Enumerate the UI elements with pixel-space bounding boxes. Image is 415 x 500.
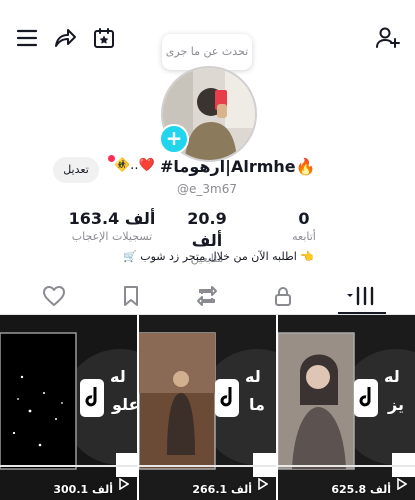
view-count-value: 266.1 ألف (192, 483, 252, 496)
video-overlay-text: له (110, 367, 126, 386)
content-tabs (0, 281, 415, 315)
video-overlay-text: علو (112, 395, 137, 414)
following-label: أتابعه (292, 230, 316, 243)
bio-text: 🛒 اطلبه الآن من خلال متجر زد شوب 👈 (123, 250, 314, 263)
edit-profile-label: تعديل (63, 163, 89, 176)
video-thumbnail[interactable]: له يز 625.8 ألف (278, 315, 415, 500)
view-count: 625.8 ألف (331, 483, 391, 496)
status-bubble[interactable]: تحدث عن ما جرى (162, 34, 252, 70)
active-tab-indicator (338, 312, 386, 314)
likes-label: تسجيلات الإعجاب (71, 230, 153, 243)
view-count-value: 625.8 ألف (331, 483, 391, 496)
play-icon (119, 475, 130, 494)
likes-count: 163.4 ألف (68, 209, 156, 228)
calendar-star-icon[interactable] (93, 27, 115, 49)
followers-count: 20.9 ألف (187, 209, 227, 250)
stat-likes[interactable]: 163.4 ألف تسجيلات الإعجاب (66, 208, 158, 244)
video-grid: له علو 300.1 ألف له ما 266.1 ألف له يز 6… (0, 315, 415, 500)
share-icon[interactable] (53, 27, 77, 49)
username-handle: @e_3m67 (177, 182, 237, 196)
video-overlay-text: يز (388, 395, 404, 414)
video-thumbnail[interactable]: له علو 300.1 ألف (0, 315, 137, 500)
tab-reposts[interactable] (195, 285, 221, 309)
lock-icon (275, 287, 291, 306)
status-bubble-text: تحدث عن ما جرى (165, 45, 249, 58)
add-user-icon[interactable] (375, 27, 401, 49)
view-count: 266.1 ألف (192, 483, 252, 496)
bookmark-icon (124, 286, 138, 306)
video-overlay-text: ما (249, 395, 265, 414)
tab-favorites[interactable] (121, 285, 147, 309)
edit-profile-button[interactable]: تعديل (53, 157, 99, 183)
add-story-button[interactable]: + (159, 124, 189, 154)
tab-liked[interactable] (42, 285, 68, 309)
following-count: 0 (298, 209, 310, 228)
tab-videos[interactable] (344, 285, 378, 309)
stat-following[interactable]: 0 أتابعه (282, 208, 326, 244)
view-count: 300.1 ألف (53, 483, 113, 496)
video-overlay-text: له (245, 367, 261, 386)
play-icon (397, 475, 408, 494)
grid-icon (347, 286, 374, 306)
video-overlay-text: له (384, 367, 400, 386)
name-badges: 🚸..❤️ (114, 158, 155, 173)
tab-private[interactable] (273, 285, 299, 309)
repost-icon (197, 286, 217, 306)
heart-icon (43, 286, 65, 306)
video-thumbnail[interactable]: له ما 266.1 ألف (139, 315, 276, 500)
view-count-value: 300.1 ألف (53, 483, 113, 496)
play-icon (258, 475, 269, 494)
display-name: #ارهوما|Alrmhe🔥 (160, 157, 316, 176)
menu-icon[interactable] (16, 28, 38, 48)
